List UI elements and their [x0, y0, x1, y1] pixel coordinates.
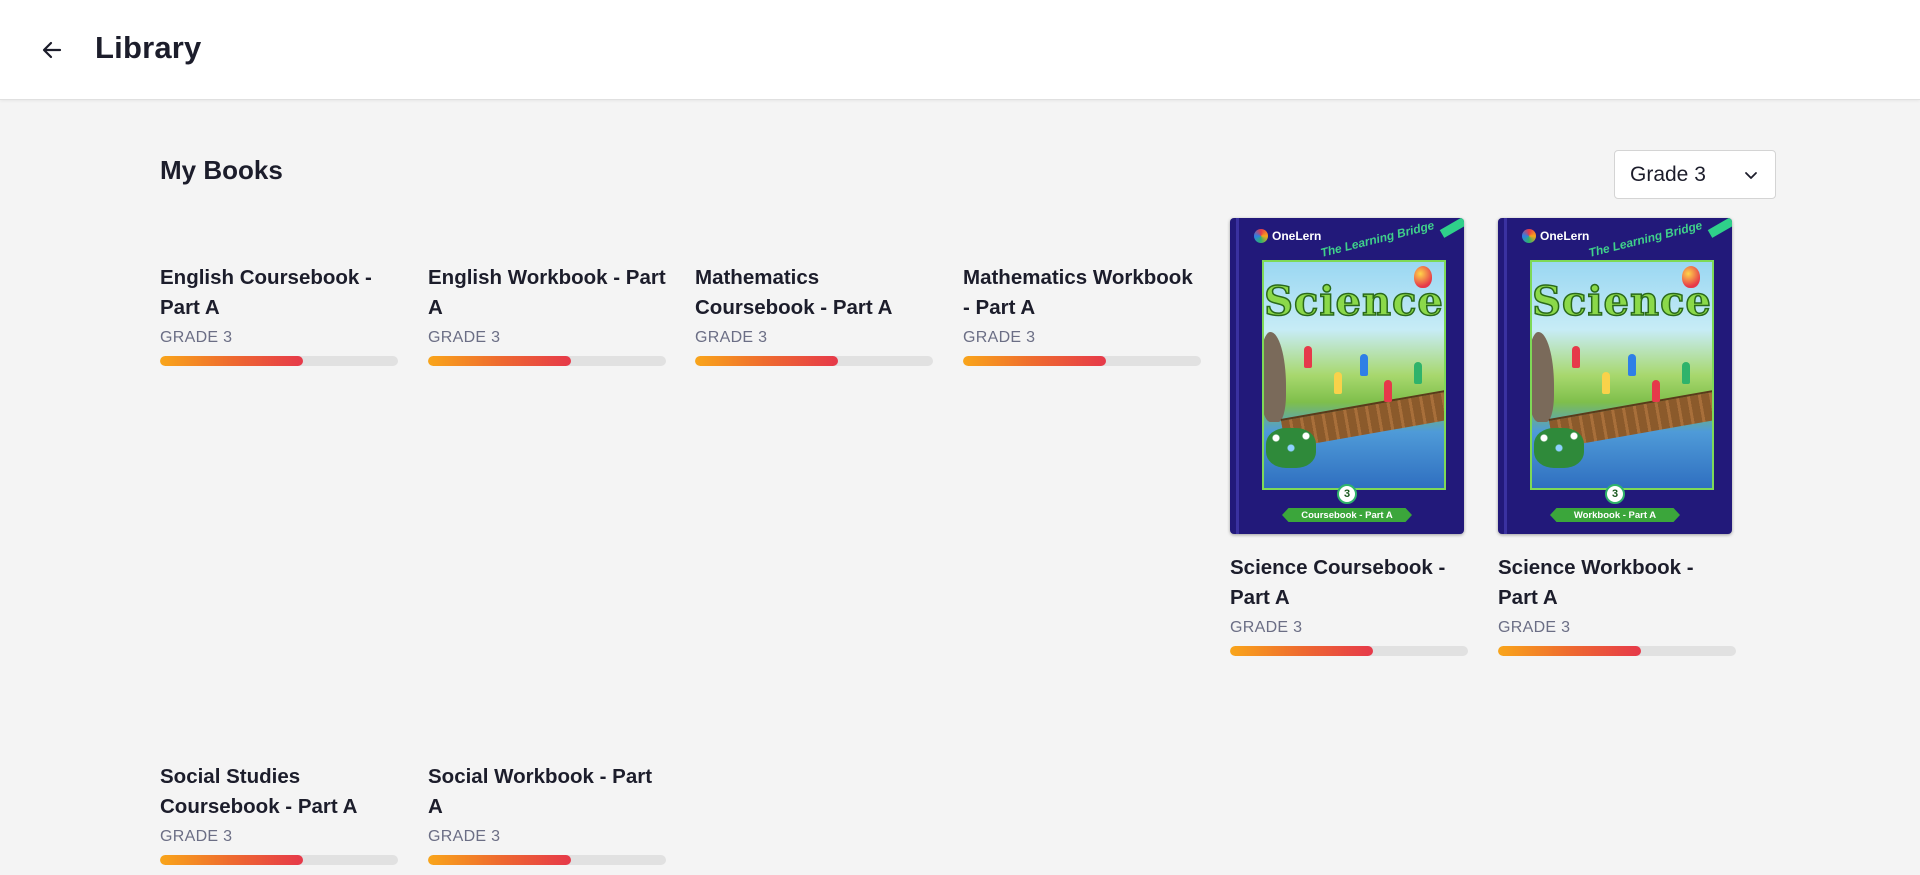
progress-bar	[1230, 646, 1468, 656]
progress-fill	[428, 855, 571, 865]
child-figure	[1334, 372, 1342, 394]
book-grade: GRADE 3	[428, 329, 501, 346]
book-grade: GRADE 3	[428, 828, 501, 845]
book-title: Science Coursebook - Part A	[1230, 556, 1446, 609]
page-title: Library	[95, 30, 202, 65]
child-figure	[1384, 380, 1392, 402]
book-cover-image[interactable]: OneLern The Learning Bridge Science 3 Co…	[1230, 218, 1464, 534]
book-card[interactable]: Social Studies Coursebook - Part A GRADE…	[160, 762, 400, 865]
progress-bar	[428, 356, 666, 366]
book-title: Mathematics Coursebook - Part A	[695, 266, 893, 319]
book-card[interactable]: English Workbook - Part A GRADE 3	[428, 263, 668, 366]
progress-bar	[160, 855, 398, 865]
child-figure	[1628, 354, 1636, 376]
cover-illustration: Science	[1530, 260, 1714, 490]
onelern-logo-icon	[1522, 229, 1536, 243]
child-figure	[1414, 362, 1422, 384]
book-card[interactable]: English Coursebook - Part A GRADE 3	[160, 263, 400, 366]
rock-shape	[1532, 332, 1554, 422]
cover-band: Coursebook - Part A	[1282, 508, 1412, 522]
progress-fill	[695, 356, 838, 366]
book-card[interactable]: Mathematics Coursebook - Part A GRADE 3	[695, 263, 935, 366]
flowers-shape	[1534, 428, 1584, 468]
book-grade: GRADE 3	[160, 828, 233, 845]
book-title: Social Workbook - Part A	[428, 765, 653, 818]
balloon-icon	[1682, 266, 1700, 288]
publisher-name: OneLern	[1540, 229, 1590, 243]
book-cover-image[interactable]: OneLern The Learning Bridge Science 3 Wo…	[1498, 218, 1732, 534]
cover-ribbon	[1439, 218, 1464, 238]
cover-spine	[1236, 218, 1239, 534]
book-grade: GRADE 3	[1230, 619, 1303, 636]
book-grade: GRADE 3	[160, 329, 233, 346]
book-grade: GRADE 3	[695, 329, 768, 346]
book-grade: GRADE 3	[963, 329, 1036, 346]
rock-shape	[1264, 332, 1286, 422]
balloon-icon	[1414, 266, 1432, 288]
section-title: My Books	[160, 155, 283, 185]
child-figure	[1602, 372, 1610, 394]
progress-fill	[1230, 646, 1373, 656]
progress-bar	[1498, 646, 1736, 656]
grade-number-badge: 3	[1605, 484, 1625, 504]
child-figure	[1360, 354, 1368, 376]
back-button[interactable]	[34, 34, 70, 66]
arrow-left-icon	[42, 41, 62, 59]
progress-fill	[160, 855, 303, 865]
book-title: Science Workbook - Part A	[1498, 556, 1694, 609]
book-card[interactable]: Science Coursebook - Part A GRADE 3	[1230, 553, 1470, 656]
cover-tagline: The Learning Bridge	[1319, 218, 1436, 260]
book-card[interactable]: Mathematics Workbook - Part A GRADE 3	[963, 263, 1203, 366]
cover-band: Workbook - Part A	[1550, 508, 1680, 522]
publisher-name: OneLern	[1272, 229, 1322, 243]
child-figure	[1682, 362, 1690, 384]
book-card[interactable]: Social Workbook - Part A GRADE 3	[428, 762, 668, 865]
book-card[interactable]: Science Workbook - Part A GRADE 3	[1498, 553, 1738, 656]
progress-fill	[963, 356, 1106, 366]
book-title: English Workbook - Part A	[428, 266, 666, 319]
book-grade: GRADE 3	[1498, 619, 1571, 636]
book-title: English Coursebook - Part A	[160, 266, 372, 319]
cover-illustration: Science	[1262, 260, 1446, 490]
progress-bar	[428, 855, 666, 865]
chevron-down-icon	[1742, 166, 1760, 184]
progress-bar	[160, 356, 398, 366]
progress-fill	[1498, 646, 1641, 656]
progress-bar	[963, 356, 1201, 366]
cover-spine	[1504, 218, 1507, 534]
child-figure	[1304, 346, 1312, 368]
progress-fill	[428, 356, 571, 366]
cover-ribbon	[1707, 218, 1732, 238]
grade-filter-dropdown[interactable]: Grade 3	[1614, 150, 1776, 199]
cover-tagline: The Learning Bridge	[1587, 218, 1704, 260]
grade-filter-value: Grade 3	[1630, 162, 1706, 186]
publisher-logo: OneLern	[1522, 229, 1589, 243]
book-title: Social Studies Coursebook - Part A	[160, 765, 358, 818]
progress-bar	[695, 356, 933, 366]
child-figure	[1572, 346, 1580, 368]
onelern-logo-icon	[1254, 229, 1268, 243]
child-figure	[1652, 380, 1660, 402]
book-title: Mathematics Workbook - Part A	[963, 266, 1193, 319]
flowers-shape	[1266, 428, 1316, 468]
publisher-logo: OneLern	[1254, 229, 1321, 243]
grade-number-badge: 3	[1337, 484, 1357, 504]
progress-fill	[160, 356, 303, 366]
top-app-bar: Library	[0, 0, 1920, 100]
